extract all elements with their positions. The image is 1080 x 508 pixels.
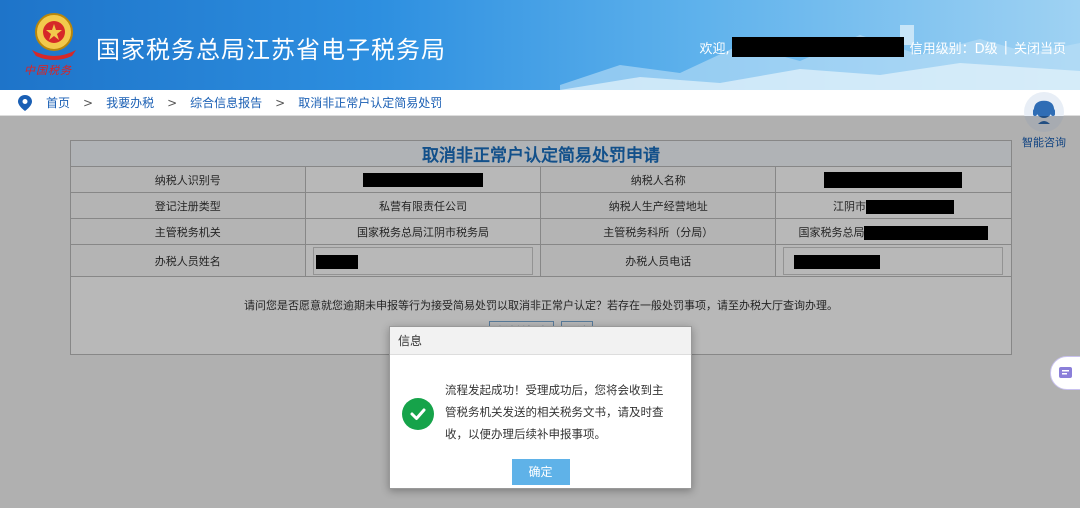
breadcrumb-home[interactable]: 首页 (46, 94, 70, 111)
location-pin-icon (18, 94, 32, 111)
breadcrumb-tax-service[interactable]: 我要办税 (106, 94, 154, 111)
credit-level: 信用级别：D级 (909, 41, 998, 57)
dialog-message: 流程发起成功！受理成功后，您将会收到主管税务机关发送的相关税务文书，请及时查收，… (445, 383, 664, 441)
breadcrumb: 首页 > 我要办税 > 综合信息报告 > 取消非正常户认定简易处罚 (0, 90, 1080, 116)
great-wall-background (560, 25, 1080, 90)
breadcrumb-separator: > (275, 95, 286, 110)
info-dialog: 信息 流程发起成功！受理成功后，您将会收到主管税务机关发送的相关税务文书，请及时… (389, 326, 692, 489)
dialog-title: 信息 (390, 327, 691, 355)
ok-button[interactable]: 确定 (511, 459, 570, 485)
site-header: 中国税务 国家税务总局江苏省电子税务局 欢迎, 信用级别：D级 | 关闭当页 (0, 0, 1080, 90)
breadcrumb-separator: > (167, 95, 178, 110)
success-check-icon (402, 398, 434, 430)
breadcrumb-info-report[interactable]: 综合信息报告 (190, 94, 262, 111)
tax-emblem-icon (32, 13, 76, 60)
user-area: 欢迎, 信用级别：D级 | 关闭当页 (699, 37, 1066, 57)
china-tax-logo: 中国税务 (24, 64, 72, 77)
breadcrumb-current[interactable]: 取消非正常户认定简易处罚 (298, 94, 442, 111)
close-page-link[interactable]: 关闭当页 (1014, 38, 1066, 57)
dialog-footer: 确定 (390, 449, 691, 485)
separator: | (1003, 39, 1008, 55)
chat-icon (1059, 367, 1072, 378)
welcome-text: 欢迎, (699, 41, 730, 57)
redacted-username (731, 37, 904, 57)
floating-side-tab[interactable] (1050, 356, 1080, 390)
breadcrumb-separator: > (83, 95, 94, 110)
dialog-body: 流程发起成功！受理成功后，您将会收到主管税务机关发送的相关税务文书，请及时查收，… (390, 355, 691, 449)
site-title: 国家税务总局江苏省电子税务局 (96, 36, 446, 64)
